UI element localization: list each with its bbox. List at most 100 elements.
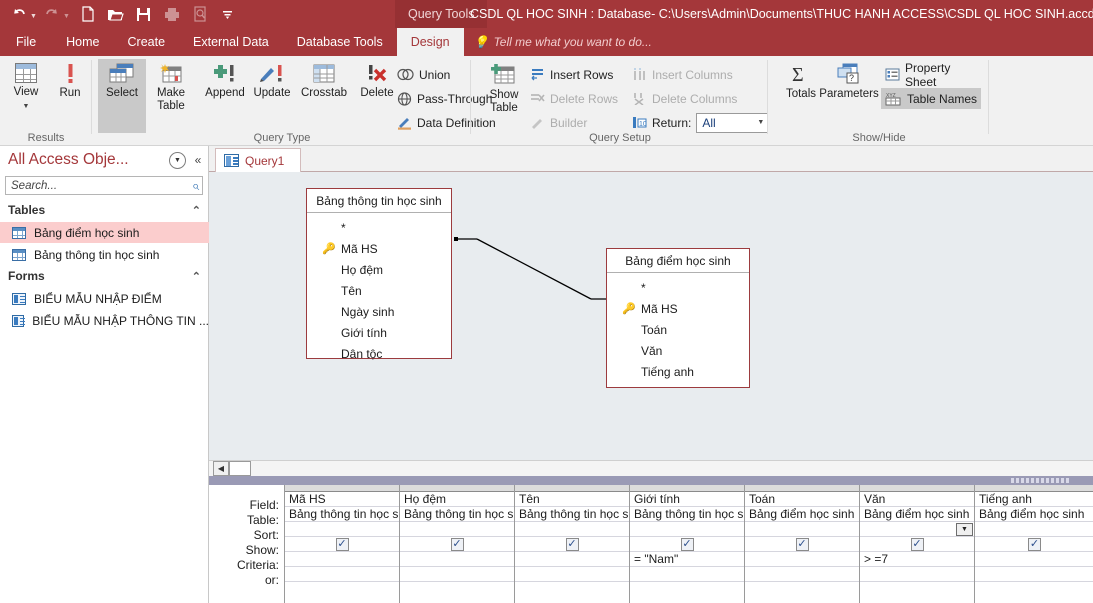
column-selector[interactable] — [400, 485, 514, 492]
print-icon[interactable] — [159, 2, 185, 26]
undo-dropdown-icon[interactable]: ▼ — [30, 13, 37, 20]
grid-column[interactable]: Họ đệm Bảng thông tin học s ✓ — [400, 485, 515, 603]
cell-or[interactable] — [515, 567, 629, 582]
undo-icon[interactable] — [6, 2, 32, 26]
sidebar-item-bang-diem-hoc-sinh[interactable]: Bảng điểm học sinh — [0, 222, 209, 243]
print-preview-icon[interactable] — [187, 2, 213, 26]
cell-criteria[interactable] — [975, 552, 1093, 567]
tab-external-data[interactable]: External Data — [179, 28, 283, 56]
cell-sort[interactable]: ▼ — [860, 522, 974, 537]
tab-file[interactable]: File — [0, 28, 52, 56]
diagram-field[interactable]: Toán — [607, 319, 749, 340]
column-selector[interactable] — [630, 485, 744, 492]
query-type-append-button[interactable]: Append — [201, 59, 249, 133]
cell-field[interactable]: Giới tính — [630, 492, 744, 507]
column-selector[interactable] — [285, 485, 399, 492]
cell-sort[interactable] — [745, 522, 859, 537]
cell-criteria[interactable]: = "Nam" — [630, 552, 744, 567]
cell-show[interactable]: ✓ — [630, 537, 744, 552]
totals-button[interactable]: Σ Totals — [777, 59, 825, 133]
cell-show[interactable]: ✓ — [515, 537, 629, 552]
diagram-field[interactable]: * — [607, 277, 749, 298]
diagram-field[interactable]: Dân tộc — [307, 343, 451, 364]
new-icon[interactable] — [75, 2, 101, 26]
cell-or[interactable] — [630, 567, 744, 582]
show-table-button[interactable]: Show Table — [480, 59, 528, 133]
cell-show[interactable]: ✓ — [975, 537, 1093, 552]
cell-table[interactable]: Bảng thông tin học s — [400, 507, 514, 522]
tell-me-search[interactable]: 💡 Tell me what you want to do... — [464, 28, 662, 56]
cell-sort[interactable] — [515, 522, 629, 537]
grid-column[interactable]: Giới tính Bảng thông tin học s ✓ = "Nam" — [630, 485, 745, 603]
diagram-field[interactable]: Tiếng anh — [607, 361, 749, 382]
grid-column[interactable]: Văn Bảng điểm học sinh ▼ ✓ > =7 — [860, 485, 975, 603]
cell-extra[interactable] — [630, 582, 744, 603]
cell-show[interactable]: ✓ — [285, 537, 399, 552]
diagram-field[interactable]: * — [307, 217, 451, 238]
cell-extra[interactable] — [975, 582, 1093, 603]
cell-criteria[interactable] — [400, 552, 514, 567]
collapse-pane-icon[interactable]: « — [191, 153, 205, 167]
cell-extra[interactable] — [285, 582, 399, 603]
view-button[interactable]: View ▼ — [2, 59, 50, 133]
run-button[interactable]: Run — [46, 59, 94, 133]
cell-extra[interactable] — [860, 582, 974, 603]
show-checkbox[interactable]: ✓ — [451, 538, 464, 551]
diagram-field[interactable]: Ngày sinh — [307, 301, 451, 322]
insert-rows-button[interactable]: Insert Rows — [530, 64, 613, 85]
redo-dropdown-icon[interactable]: ▼ — [63, 13, 70, 20]
parameters-button[interactable]: ? Parameters — [821, 59, 877, 133]
column-selector[interactable] — [860, 485, 974, 492]
cell-or[interactable] — [745, 567, 859, 582]
query-type-update-button[interactable]: Update — [248, 59, 296, 133]
diagram-field[interactable]: 🔑Mã HS — [607, 298, 749, 319]
cell-criteria[interactable] — [285, 552, 399, 567]
chevron-up-icon[interactable]: ⌃ — [192, 204, 201, 217]
diagram-field[interactable]: Văn — [607, 340, 749, 361]
show-checkbox[interactable]: ✓ — [1028, 538, 1041, 551]
show-checkbox[interactable]: ✓ — [681, 538, 694, 551]
document-tab-query1[interactable]: Query1 — [215, 148, 301, 172]
table-names-button[interactable]: XYZ Table Names — [881, 88, 981, 109]
cell-or[interactable] — [860, 567, 974, 582]
view-dropdown-icon[interactable]: ▼ — [23, 100, 30, 113]
cell-table[interactable]: Bảng điểm học sinh — [745, 507, 859, 522]
property-sheet-button[interactable]: Property Sheet — [881, 64, 989, 85]
redo-icon[interactable] — [39, 2, 65, 26]
save-icon[interactable] — [131, 2, 157, 26]
cell-sort[interactable] — [285, 522, 399, 537]
navigation-pane-menu-icon[interactable]: ▼ — [169, 152, 186, 169]
tab-design[interactable]: Design — [397, 28, 464, 56]
diagram-field[interactable]: Giới tính — [307, 322, 451, 343]
column-selector[interactable] — [975, 485, 1093, 492]
tab-home[interactable]: Home — [52, 28, 113, 56]
customize-qat-icon[interactable] — [215, 2, 241, 26]
cell-table[interactable]: Bảng điểm học sinh — [975, 507, 1093, 522]
show-checkbox[interactable]: ✓ — [336, 538, 349, 551]
query-type-crosstab-button[interactable]: Crosstab — [296, 59, 352, 133]
union-button[interactable]: Union — [397, 64, 450, 85]
column-selector[interactable] — [745, 485, 859, 492]
cell-criteria[interactable] — [745, 552, 859, 567]
cell-or[interactable] — [400, 567, 514, 582]
sidebar-item-bang-thong-tin-hoc-sinh[interactable]: Bảng thông tin học sinh — [0, 244, 209, 265]
column-selector[interactable] — [515, 485, 629, 492]
grid-column[interactable]: Tên Bảng thông tin học s ✓ — [515, 485, 630, 603]
sidebar-item-bieu-mau-nhap-thong-tin[interactable]: BIỂU MẪU NHẬP THÔNG TIN ... — [0, 310, 209, 331]
cell-show[interactable]: ✓ — [745, 537, 859, 552]
nav-group-tables[interactable]: Tables ⌃ — [0, 200, 209, 220]
search-input[interactable]: Search... ⌕ — [5, 176, 203, 195]
query-design-diagram[interactable]: Bảng thông tin học sinh * 🔑Mã HS Họ đệm … — [209, 172, 1093, 460]
grid-column[interactable]: Tiếng anh Bảng điểm học sinh ✓ — [975, 485, 1093, 603]
cell-show[interactable]: ✓ — [860, 537, 974, 552]
diagram-table-bang-diem-hoc-sinh[interactable]: Bảng điểm học sinh * 🔑Mã HS Toán Văn Tiế… — [606, 248, 750, 388]
cell-field[interactable]: Tiếng anh — [975, 492, 1093, 507]
cell-table[interactable]: Bảng thông tin học s — [515, 507, 629, 522]
cell-table[interactable]: Bảng thông tin học s — [285, 507, 399, 522]
sort-dropdown-icon[interactable]: ▼ — [956, 523, 973, 536]
query-type-delete-button[interactable]: Delete — [353, 59, 401, 133]
query-type-select-button[interactable]: Select — [98, 59, 146, 133]
diagram-horizontal-scrollbar[interactable]: ◀ — [209, 460, 1093, 476]
pane-splitter[interactable] — [209, 476, 1093, 485]
diagram-table-bang-thong-tin-hoc-sinh[interactable]: Bảng thông tin học sinh * 🔑Mã HS Họ đệm … — [306, 188, 452, 359]
